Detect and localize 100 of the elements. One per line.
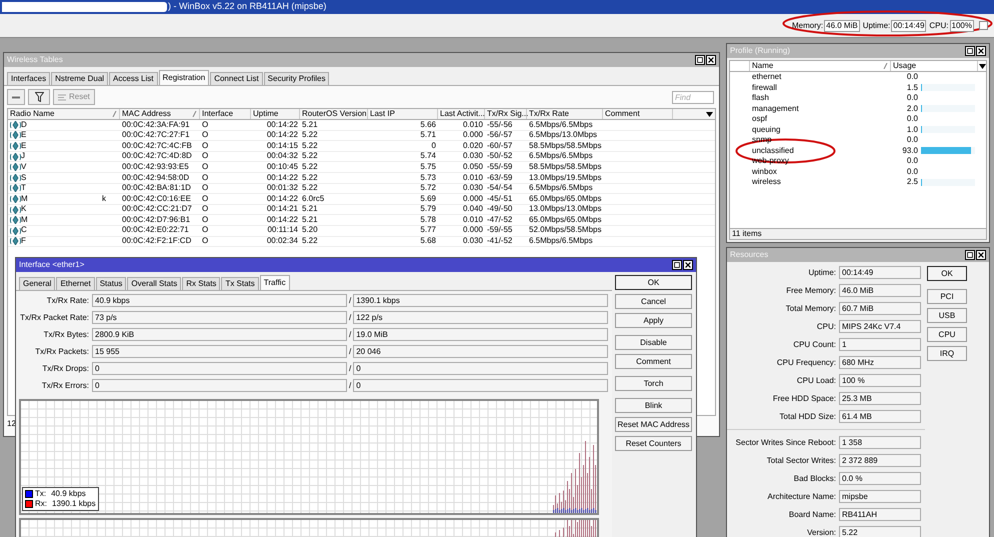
value-field[interactable]: 1 358 <box>839 436 921 449</box>
tx-field[interactable]: 40.9 kbps <box>92 294 347 307</box>
value-field[interactable]: RB411AH <box>839 508 921 521</box>
table-cell: 00:0C:42:3A:FA:91 <box>122 120 190 130</box>
tab[interactable]: Rx Stats <box>182 277 220 290</box>
table-cell: K <box>21 204 26 215</box>
value-field[interactable]: 60.7 MiB <box>839 302 921 315</box>
value-field[interactable]: 2 372 889 <box>839 454 921 467</box>
tab[interactable]: Traffic <box>260 275 290 290</box>
value-field[interactable]: 00:14:49 <box>839 266 921 279</box>
action-button[interactable]: Torch <box>615 376 692 391</box>
find-field[interactable]: Find <box>672 90 714 104</box>
minus-icon <box>12 96 20 98</box>
action-button[interactable]: Comment <box>615 354 692 369</box>
tab[interactable]: Overall Stats <box>127 277 182 290</box>
value-field[interactable]: 46.0 MiB <box>839 284 921 297</box>
window-title: Interface <ether1> <box>19 259 84 271</box>
value-field[interactable]: 61.4 MB <box>839 410 921 423</box>
rx-field[interactable]: 19.0 MiB <box>353 328 608 341</box>
value-field[interactable]: 680 MHz <box>839 356 921 369</box>
value-field[interactable]: 100 % <box>839 374 921 387</box>
column-header[interactable]: Tx/Rx Rate <box>529 108 570 120</box>
column-header[interactable]: RouterOS Version <box>302 108 366 120</box>
table-cell: 0.040 <box>462 204 483 215</box>
tab[interactable]: Interfaces <box>7 72 50 85</box>
close-icon[interactable] <box>976 46 986 56</box>
tab[interactable]: Ethernet <box>56 277 95 290</box>
column-header[interactable]: Uptime <box>253 108 278 120</box>
value-field[interactable]: 1 <box>839 338 921 351</box>
table-cell: 5.22 <box>302 130 318 141</box>
tx-field[interactable]: 15 955 <box>92 345 347 358</box>
tx-field[interactable]: 2800.9 KiB <box>92 328 347 341</box>
tab[interactable]: Tx Stats <box>221 277 259 290</box>
table-cell: O <box>202 214 208 226</box>
table-cell-text: ethernet <box>751 72 782 82</box>
action-button[interactable]: Disable <box>615 335 692 350</box>
maximize-icon[interactable] <box>695 55 705 65</box>
action-button[interactable]: OK <box>927 266 967 281</box>
action-button[interactable]: USB <box>927 308 967 323</box>
column-header[interactable]: Comment <box>605 108 640 120</box>
column-header[interactable]: Name <box>752 60 774 72</box>
value-field[interactable]: 0.0 % <box>839 472 921 485</box>
tab[interactable]: Status <box>96 277 126 290</box>
action-button[interactable]: Reset MAC Address <box>615 417 692 432</box>
action-button[interactable]: IRQ <box>927 346 967 361</box>
tx-field[interactable]: 0 <box>92 379 347 392</box>
separator-text: / <box>348 380 352 392</box>
value-field[interactable]: mipsbe <box>839 490 921 503</box>
sort-icon <box>883 63 888 69</box>
item-count: 11 items <box>732 228 762 238</box>
field-label: Free HDD Space: <box>772 392 837 404</box>
tx-field[interactable]: 0 <box>92 362 347 375</box>
column-header[interactable]: Radio Name <box>10 108 54 120</box>
tab[interactable]: Registration <box>158 70 210 85</box>
table-cell: 65.0Mbps/65.0Mbps <box>529 194 602 204</box>
tab[interactable]: Access List <box>109 72 158 85</box>
close-icon[interactable] <box>706 55 716 65</box>
table-cell: 00:14:22 <box>266 194 298 204</box>
rx-field[interactable]: 0 <box>353 362 608 375</box>
value-field[interactable]: 5.22 <box>839 526 921 537</box>
maximize-icon[interactable] <box>965 46 975 56</box>
column-header[interactable]: Tx/Rx Sig... <box>487 108 528 120</box>
rx-field[interactable]: 122 p/s <box>353 311 608 324</box>
column-header[interactable]: Last IP <box>370 108 395 120</box>
column-header[interactable]: Usage <box>893 61 916 70</box>
table-cell: 00:10:45 <box>266 162 298 172</box>
table-cell: 00:0C:42:7C:4D:8D <box>122 151 192 162</box>
action-button[interactable]: OK <box>615 275 692 290</box>
action-button[interactable]: PCI <box>927 289 967 304</box>
dropdown-icon[interactable] <box>706 112 713 116</box>
table-cell: 5.22 <box>302 172 318 184</box>
tab[interactable]: Nstreme Dual <box>51 72 108 85</box>
table-cell: -49/-50 <box>487 204 512 215</box>
table-cell: 00:14:15 <box>266 140 298 152</box>
close-icon[interactable] <box>683 260 693 270</box>
tab[interactable]: Connect List <box>210 72 263 85</box>
tab[interactable]: General <box>19 277 56 290</box>
checkbox[interactable] <box>979 21 988 30</box>
action-button[interactable]: Cancel <box>615 294 692 309</box>
maximize-icon[interactable] <box>672 260 682 270</box>
close-icon[interactable] <box>976 250 986 260</box>
filter-button[interactable] <box>28 89 50 105</box>
column-header[interactable]: Interface <box>202 108 234 120</box>
column-header[interactable]: Last Activit... <box>440 108 485 120</box>
value-field[interactable]: 25.3 MB <box>839 392 921 405</box>
action-button[interactable]: Blink <box>615 398 692 413</box>
action-button[interactable]: CPU <box>927 327 967 342</box>
remove-button[interactable] <box>7 89 25 105</box>
tab[interactable]: Security Profiles <box>264 72 330 85</box>
tx-field[interactable]: 73 p/s <box>92 311 347 324</box>
maximize-icon[interactable] <box>965 250 975 260</box>
rx-field[interactable]: 0 <box>353 379 608 392</box>
dropdown-icon[interactable] <box>978 64 986 68</box>
column-header[interactable]: MAC Address <box>122 108 171 120</box>
rx-field[interactable]: 20 046 <box>353 345 608 358</box>
action-button[interactable]: Apply <box>615 313 692 328</box>
rx-field[interactable]: 1390.1 kbps <box>353 294 608 307</box>
value-field[interactable]: MIPS 24Kc V7.4 <box>839 320 921 333</box>
action-button[interactable]: Reset Counters <box>615 436 692 451</box>
table-cell: 5.75 <box>420 162 436 172</box>
